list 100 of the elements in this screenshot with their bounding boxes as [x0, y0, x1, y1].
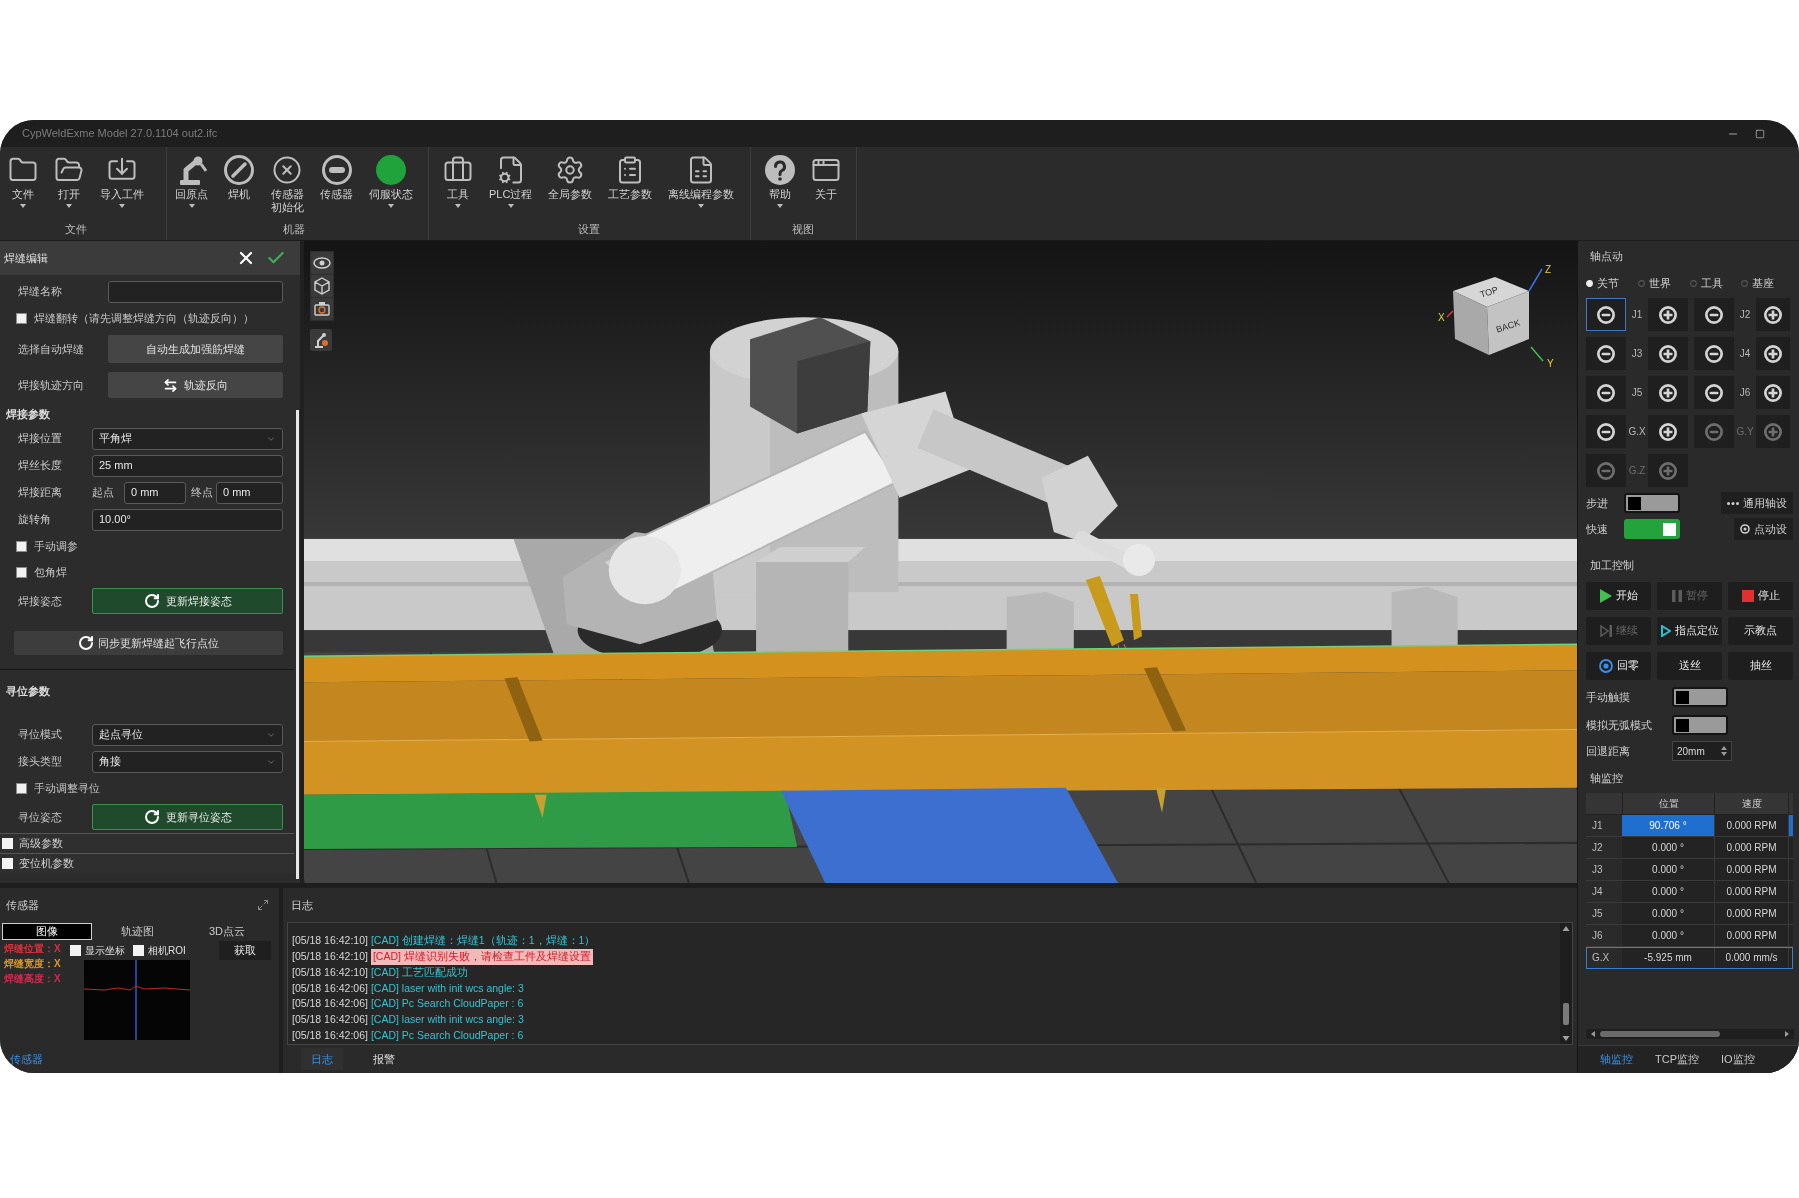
text-field[interactable]: 0 mm: [124, 481, 186, 504]
tab[interactable]: 日志: [301, 1048, 343, 1070]
dropdown-field[interactable]: 起点寻位: [92, 723, 283, 746]
toolbar-button[interactable]: 工艺参数: [600, 147, 661, 223]
tab[interactable]: TCP监控: [1651, 1051, 1703, 1068]
scrollbar[interactable]: [1560, 923, 1572, 1044]
toolbar-button[interactable]: 帮助: [757, 147, 804, 223]
jog-minus-button[interactable]: [1586, 337, 1626, 370]
toolbar-button[interactable]: 工具: [435, 147, 481, 223]
table-row[interactable]: G.X -5.925 mm 0.000 mm/s: [1586, 947, 1793, 969]
maximize-icon[interactable]: [1755, 128, 1765, 139]
toggle-switch[interactable]: [1672, 687, 1728, 707]
minus-circle-icon: [1705, 305, 1723, 324]
jog-minus-button[interactable]: [1694, 298, 1734, 331]
jog-minus-button[interactable]: [1586, 298, 1626, 331]
control-button[interactable]: 开始: [1586, 581, 1651, 610]
robot-view-icon[interactable]: [310, 329, 332, 351]
jog-minus-button[interactable]: [1694, 376, 1734, 409]
toggle-switch[interactable]: [1672, 715, 1728, 735]
toolbar-button[interactable]: PLC过程: [481, 147, 541, 223]
action-button[interactable]: 更新焊接姿态: [92, 588, 283, 614]
camera-icon[interactable]: [311, 298, 333, 320]
control-button[interactable]: 示教点: [1728, 616, 1793, 645]
control-button[interactable]: 回零: [1586, 651, 1651, 680]
table-row[interactable]: J6 0.000 ° 0.000 RPM: [1586, 925, 1793, 947]
jog-minus-button[interactable]: [1586, 415, 1626, 448]
control-button[interactable]: 抽丝: [1728, 651, 1793, 680]
control-button[interactable]: 送丝: [1657, 651, 1722, 680]
text-field[interactable]: [108, 280, 283, 303]
tab[interactable]: 传感器: [10, 1050, 43, 1068]
toolbar-button[interactable]: 文件: [0, 147, 46, 223]
toggle-switch[interactable]: [1624, 493, 1680, 513]
eye-icon[interactable]: [311, 252, 333, 274]
settings-button[interactable]: 通用轴设: [1721, 492, 1793, 514]
toolbar-button[interactable]: 伺服状态: [361, 147, 421, 223]
settings-button[interactable]: 点动设: [1734, 518, 1793, 540]
tab[interactable]: IO监控: [1717, 1051, 1759, 1068]
toolbar-button[interactable]: 传感器初始化: [262, 147, 312, 223]
jog-plus-button[interactable]: [1648, 337, 1688, 370]
action-button[interactable]: 同步更新焊缝起飞行点位: [14, 631, 283, 655]
checkbox[interactable]: [16, 540, 27, 552]
window-title: CypWeldExme Model 27.0.1104 out2.ifc: [22, 126, 219, 142]
jog-plus-button[interactable]: [1756, 337, 1790, 370]
dropdown-field[interactable]: 角接: [92, 750, 283, 773]
toggle-switch[interactable]: [1624, 519, 1680, 539]
tab[interactable]: 图像: [2, 922, 92, 940]
expand-icon[interactable]: [257, 899, 269, 911]
tab[interactable]: 轴监控: [1596, 1051, 1637, 1068]
text-field[interactable]: 25 mm: [92, 454, 283, 477]
toolbar-button[interactable]: 全局参数: [540, 147, 601, 223]
text-field[interactable]: 10.00°: [92, 508, 283, 531]
dropdown-field[interactable]: 平角焊: [92, 427, 283, 450]
radio-option[interactable]: 工具: [1689, 274, 1742, 292]
tab[interactable]: 轨迹图: [92, 922, 182, 940]
table-row[interactable]: J5 0.000 ° 0.000 RPM: [1586, 903, 1793, 925]
jog-plus-button[interactable]: [1648, 298, 1688, 331]
checkbox[interactable]: [16, 782, 27, 794]
expand-toggle[interactable]: [2, 858, 13, 869]
toolbar-group-label: 文件: [65, 223, 87, 236]
radio-option[interactable]: 关节: [1586, 274, 1638, 292]
jog-plus-button[interactable]: [1648, 376, 1688, 409]
fetch-button[interactable]: 获取: [219, 940, 271, 960]
radio-option[interactable]: 基座: [1741, 274, 1793, 292]
toolbar-button[interactable]: 打开: [46, 147, 92, 223]
jog-minus-button[interactable]: [1586, 376, 1626, 409]
checkbox[interactable]: [16, 312, 27, 324]
checkbox[interactable]: [16, 566, 27, 578]
jog-plus-button[interactable]: [1648, 415, 1688, 448]
table-row[interactable]: J1 90.706 ° 0.000 RPM: [1586, 815, 1793, 837]
control-button[interactable]: 指点定位: [1657, 616, 1722, 645]
spin-field[interactable]: 20mm: [1672, 741, 1732, 761]
checkbox[interactable]: [133, 944, 144, 956]
toolbar-button[interactable]: 传感器: [312, 147, 361, 223]
log-time: [05/18 16:42:10]: [292, 933, 368, 949]
toolbar-button[interactable]: 导入工件: [92, 147, 152, 223]
control-button[interactable]: 停止: [1728, 581, 1793, 610]
expand-toggle[interactable]: [2, 838, 13, 849]
table-row[interactable]: J4 0.000 ° 0.000 RPM: [1586, 881, 1793, 903]
table-row[interactable]: J3 0.000 ° 0.000 RPM: [1586, 859, 1793, 881]
action-button[interactable]: 更新寻位姿态: [92, 804, 283, 830]
view-cube[interactable]: [1453, 277, 1529, 355]
scrollbar[interactable]: [295, 410, 299, 879]
text-field[interactable]: 0 mm: [216, 481, 283, 504]
scrollbar[interactable]: [1586, 1029, 1794, 1039]
table-row[interactable]: J2 0.000 ° 0.000 RPM: [1586, 837, 1793, 859]
toolbar-button[interactable]: 焊机: [216, 147, 262, 223]
toolbar-button[interactable]: 离线编程参数: [660, 147, 743, 223]
jog-plus-button[interactable]: [1756, 298, 1790, 331]
action-button[interactable]: 轨迹反向: [108, 372, 283, 398]
tab[interactable]: 3D点云: [182, 922, 272, 940]
toolbar-button[interactable]: 关于: [803, 147, 850, 223]
log-message: [CAD] 创建焊缝：焊缝1（轨迹：1，焊缝：1）: [370, 933, 596, 949]
action-button[interactable]: 自动生成加强筋焊缝: [108, 335, 283, 363]
cube-icon[interactable]: [311, 275, 333, 297]
checkbox[interactable]: [70, 944, 81, 956]
jog-minus-button[interactable]: [1694, 337, 1734, 370]
tab[interactable]: 报警: [363, 1048, 405, 1070]
toolbar-button[interactable]: 回原点: [167, 147, 216, 223]
jog-plus-button[interactable]: [1756, 376, 1790, 409]
radio-option[interactable]: 世界: [1637, 274, 1690, 292]
